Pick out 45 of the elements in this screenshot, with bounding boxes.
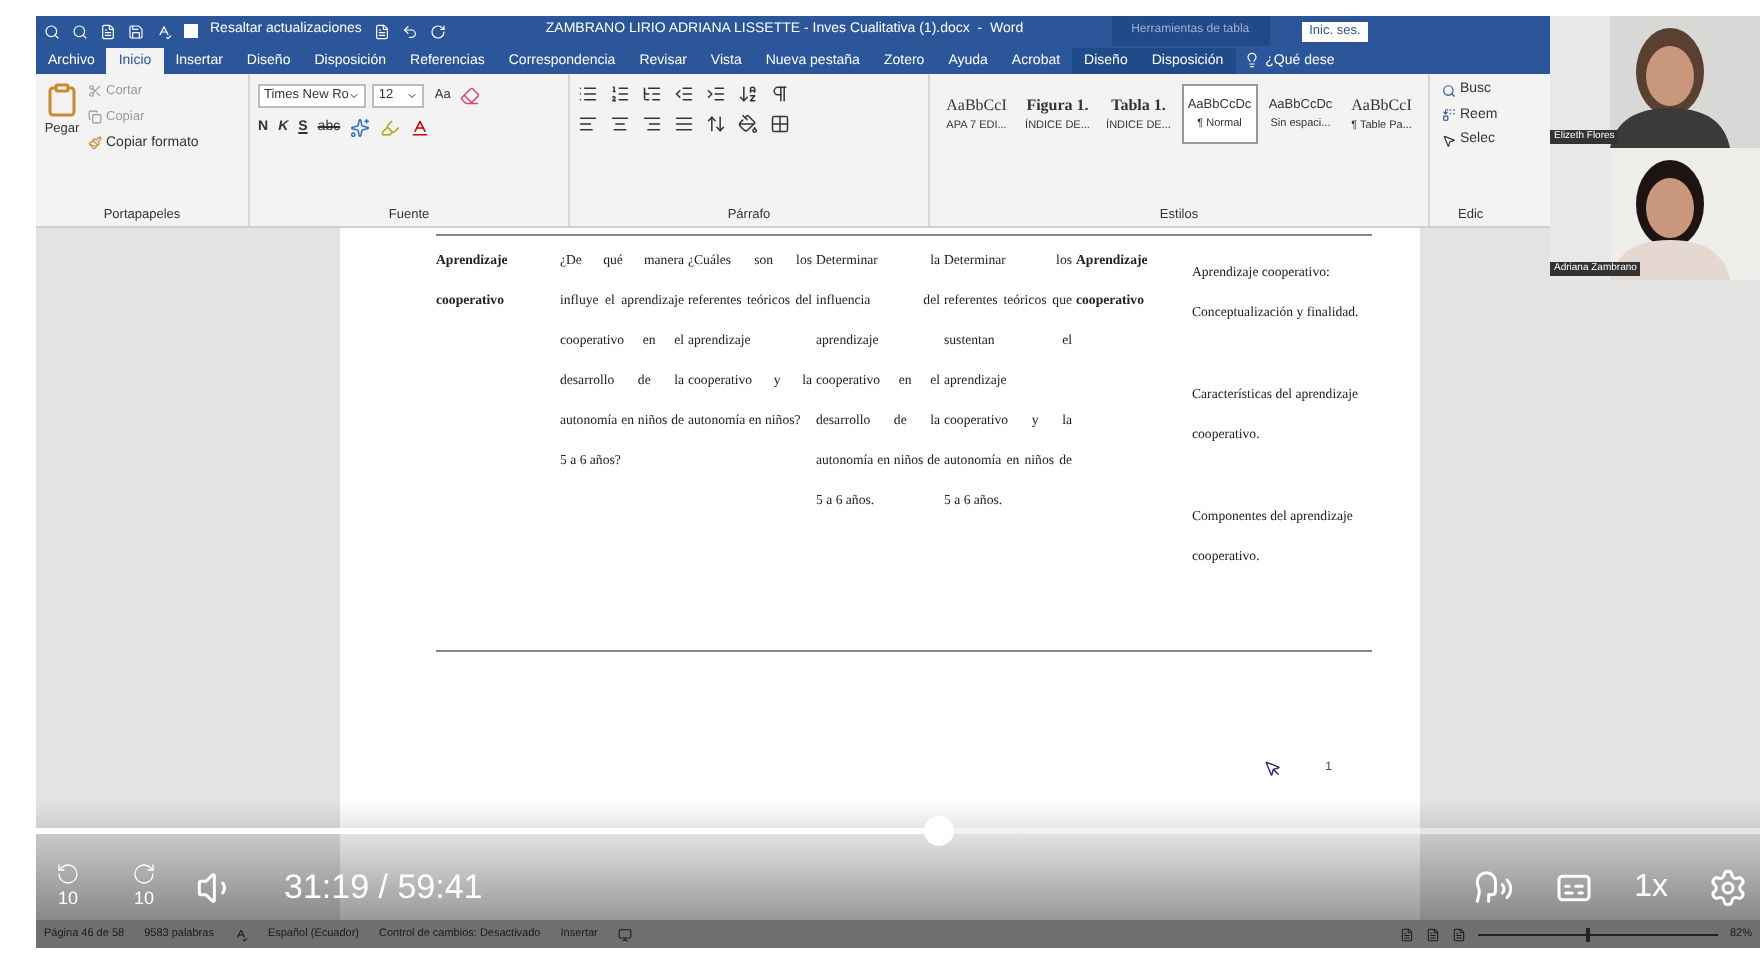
search-icon — [1442, 83, 1456, 98]
rewind-icon — [56, 862, 80, 886]
search-icon[interactable] — [44, 23, 60, 39]
pointer-icon — [1442, 133, 1456, 148]
scissors-icon — [88, 84, 102, 99]
document-icon[interactable] — [100, 23, 116, 39]
multilevel-list-icon[interactable] — [642, 84, 662, 104]
undo-icon[interactable] — [401, 23, 418, 39]
text-effects-icon[interactable] — [350, 118, 371, 139]
align-right-icon[interactable] — [642, 114, 662, 134]
bullets-icon[interactable] — [578, 84, 598, 104]
eraser-icon[interactable] — [460, 86, 481, 106]
forward-icon — [132, 862, 156, 886]
justify-icon[interactable] — [674, 114, 694, 134]
lightbulb-icon[interactable] — [1243, 52, 1260, 68]
borders-icon[interactable] — [770, 114, 790, 134]
checkbox[interactable] — [184, 24, 198, 38]
settings-icon[interactable] — [1708, 868, 1748, 908]
zoom-slider[interactable] — [1477, 927, 1718, 941]
align-left-icon[interactable] — [578, 114, 598, 134]
audio-description-icon[interactable] — [1474, 868, 1515, 908]
cursor-icon[interactable] — [1263, 760, 1282, 778]
playback-time: 31:19 / 59:41 — [284, 866, 483, 911]
pilcrow-icon[interactable] — [770, 84, 790, 104]
sort-icon[interactable] — [738, 84, 758, 104]
decrease-indent-icon[interactable] — [674, 84, 694, 104]
spelling-icon[interactable] — [156, 23, 172, 39]
line-spacing-icon[interactable] — [706, 114, 726, 134]
document-icon[interactable] — [373, 23, 390, 39]
increase-indent-icon[interactable] — [706, 84, 726, 104]
align-center-icon[interactable] — [610, 114, 630, 134]
search-icon[interactable] — [72, 23, 88, 39]
save-icon[interactable] — [128, 23, 144, 39]
shading-icon[interactable] — [738, 114, 758, 134]
proofing-icon[interactable] — [233, 927, 248, 941]
font-color-icon[interactable] — [410, 118, 431, 139]
clipboard-icon — [44, 80, 80, 120]
redo-icon[interactable] — [429, 23, 446, 39]
numbering-icon[interactable] — [610, 84, 630, 104]
progress-slider[interactable] — [36, 816, 1760, 846]
paintbrush-icon — [88, 136, 102, 151]
copy-icon — [88, 110, 102, 125]
zoom-thumb[interactable] — [1585, 927, 1590, 941]
caret-icon — [348, 90, 361, 102]
caret-icon — [406, 90, 419, 102]
